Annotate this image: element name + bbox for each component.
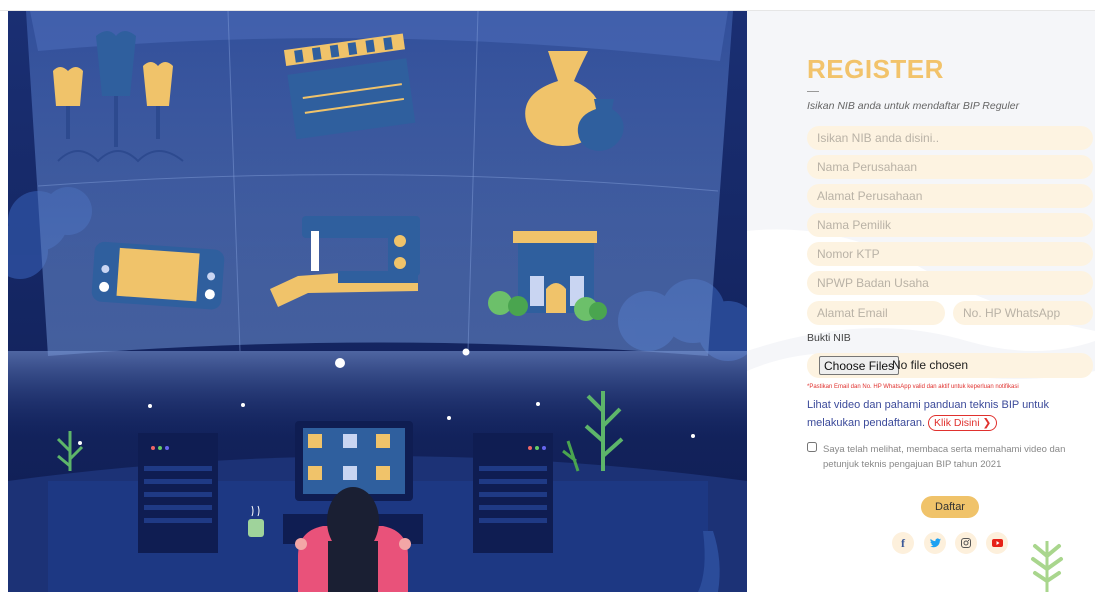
file-upload-field: Choose Files No file chosen bbox=[807, 353, 1093, 378]
game-console-icon bbox=[91, 241, 225, 310]
top-border bbox=[0, 0, 1095, 11]
owner-name-input[interactable] bbox=[807, 213, 1093, 237]
agreement-text: Saya telah melihat, membaca serta memaha… bbox=[823, 444, 1066, 470]
register-panel: REGISTER Isikan NIB anda untuk mendaftar… bbox=[747, 11, 1095, 592]
choose-files-button[interactable]: Choose Files bbox=[819, 356, 900, 375]
server-rack bbox=[138, 433, 218, 553]
guide-paragraph: Lihat video dan pahami panduan teknis BI… bbox=[807, 396, 1093, 432]
bukti-nib-label: Bukti NIB bbox=[807, 332, 851, 344]
agreement-checkbox[interactable] bbox=[807, 442, 817, 452]
twitter-icon bbox=[929, 538, 941, 548]
server-rack bbox=[473, 433, 553, 553]
no-file-text: No file chosen bbox=[892, 358, 969, 372]
plant-decoration bbox=[1031, 541, 1063, 592]
facebook-icon: f bbox=[901, 535, 905, 550]
warning-text: *Pastikan Email dan No. HP WhatsApp vali… bbox=[807, 384, 1019, 390]
npwp-input[interactable] bbox=[807, 271, 1093, 295]
klik-disini-link[interactable]: Klik Disini ❯ bbox=[928, 415, 998, 431]
facebook-button[interactable]: f bbox=[892, 532, 914, 554]
youtube-icon bbox=[991, 539, 1003, 547]
clapperboard-icon bbox=[283, 33, 416, 140]
hero-illustration bbox=[8, 11, 747, 592]
title-divider bbox=[807, 91, 819, 92]
ktp-number-input[interactable] bbox=[807, 242, 1093, 266]
email-input[interactable] bbox=[807, 301, 945, 325]
nib-input[interactable] bbox=[807, 126, 1093, 150]
page-title: REGISTER bbox=[807, 54, 944, 84]
instagram-icon bbox=[961, 538, 971, 548]
whatsapp-input[interactable] bbox=[953, 301, 1093, 325]
twitter-button[interactable] bbox=[924, 532, 946, 554]
instagram-button[interactable] bbox=[955, 532, 977, 554]
form-subtitle: Isikan NIB anda untuk mendaftar BIP Regu… bbox=[807, 100, 1020, 112]
company-address-input[interactable] bbox=[807, 184, 1093, 208]
daftar-button[interactable]: Daftar bbox=[921, 496, 979, 518]
company-name-input[interactable] bbox=[807, 155, 1093, 179]
youtube-button[interactable] bbox=[986, 532, 1008, 554]
